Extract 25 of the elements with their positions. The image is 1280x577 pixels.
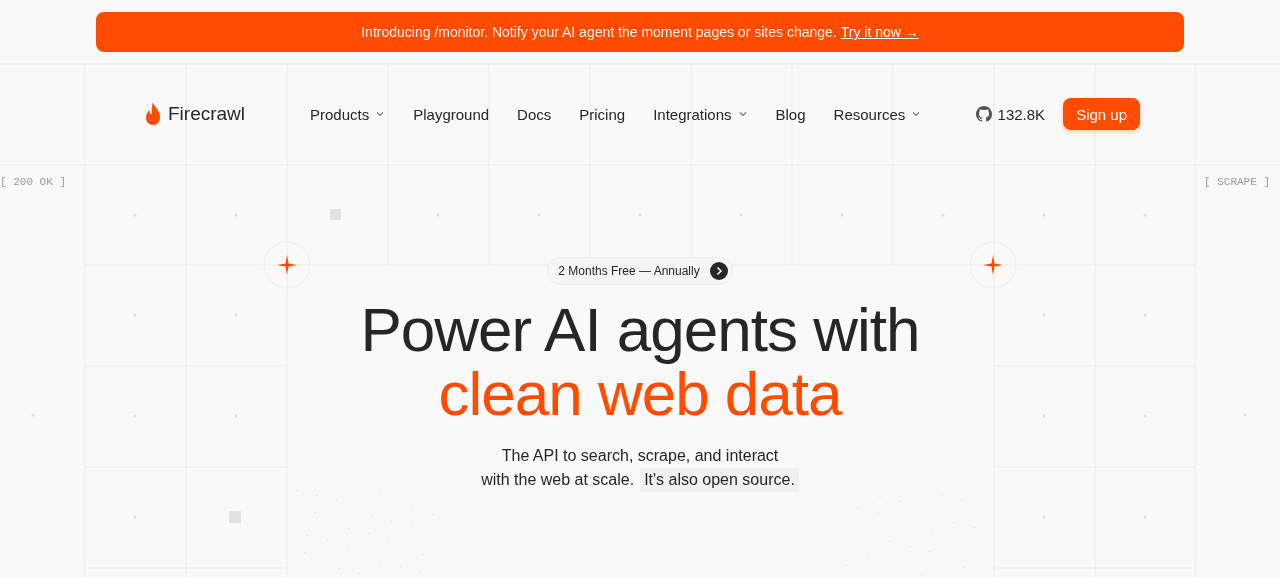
nav-link[interactable]: Playground [413,105,490,123]
open-source-highlight: It's also open source. [640,468,799,492]
hero-subtitle: with the web at scale. [481,470,635,490]
nav-link[interactable]: Pricing [579,105,626,123]
github-icon [975,106,992,122]
chevron-down-icon [375,109,386,119]
github-stars-link[interactable]: 132.8K [975,105,1046,123]
sparkle-icon [969,241,1017,289]
status-label: [ 200 OK ] [0,176,66,188]
logo-text[interactable]: Firecrawl [168,103,246,125]
sparkle-icon [263,241,311,289]
nav-link[interactable]: Docs [517,105,552,123]
nav-link[interactable]: Resources [833,105,922,123]
chevron-right-icon [709,262,728,280]
nav-link[interactable]: Blog [775,105,806,123]
hero-title: Power AI agents with [360,298,920,362]
chevron-down-icon [911,109,922,119]
nav-link[interactable]: Integrations [653,105,748,123]
chevron-down-icon [737,109,748,119]
hero-subtitle: The API to search, scrape, and interact [501,446,779,466]
banner-text: Introducing /monitor. Notify your AI agent the moment pages or sites change. [361,24,837,40]
nav-link[interactable]: Products [310,105,386,123]
flame-icon [144,102,162,126]
action-label: [ SCRAPE ] [1204,176,1270,188]
promo-pill[interactable]: 2 Months Free — Annually [548,258,732,284]
